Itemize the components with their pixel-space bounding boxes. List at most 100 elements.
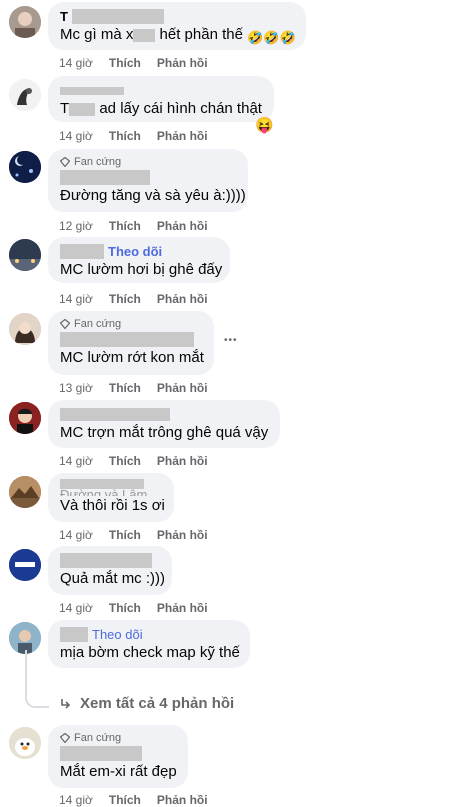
like-button[interactable]: Thích [109, 129, 141, 143]
comment-actions: 14 giờ Thích Phản hồi [59, 129, 224, 143]
name-redacted [60, 170, 150, 185]
comment-text: Quả mắt mc :))) [60, 570, 166, 587]
reply-button[interactable]: Phản hồi [157, 381, 208, 395]
comment-text: Đường tăng và sà yêu à:)))) [60, 187, 246, 204]
follow-link[interactable]: Theo dõi [108, 244, 162, 259]
timestamp[interactable]: 14 giờ [59, 793, 93, 807]
laughing-face-emoji-icon: 😝 [255, 117, 274, 134]
comment-actions: 14 giờ Thích Phản hồi [59, 292, 224, 306]
like-button[interactable]: Thích [109, 793, 141, 807]
diamond-icon [60, 733, 70, 743]
reply-arrow-icon [61, 698, 71, 709]
avatar[interactable] [9, 6, 41, 38]
comment-actions: 12 giờ Thích Phản hồi [59, 219, 224, 233]
name-redacted [60, 244, 104, 259]
like-button[interactable]: Thích [109, 292, 141, 306]
comment-bubble: Fan cứng Đường tăng và sà yêu à:)))) [48, 149, 248, 212]
reply-button[interactable]: Phản hồi [157, 601, 208, 615]
comment-bubble: T Mc gì mà x hết phần thế 🤣🤣🤣 [48, 2, 306, 50]
avatar[interactable] [9, 549, 41, 581]
commenter-name[interactable]: Đường và Lâm [60, 479, 162, 496]
name-redacted [60, 553, 152, 568]
reply-button[interactable]: Phản hồi [157, 454, 208, 468]
reply-button[interactable]: Phản hồi [157, 219, 208, 233]
like-button[interactable]: Thích [109, 528, 141, 542]
commenter-name[interactable]: Theo dõi [60, 243, 218, 260]
comment-bubble: Theo dõi MC lườm hơi bị ghê đấy [48, 237, 230, 283]
like-button[interactable]: Thích [109, 381, 141, 395]
reply-button[interactable]: Phản hồi [157, 56, 208, 70]
comment-bubble: Theo dõi mịa bờm check map kỹ thế [48, 620, 250, 668]
avatar[interactable] [9, 402, 41, 434]
name-redacted [60, 332, 194, 347]
name-redacted [60, 627, 88, 642]
reply-button[interactable]: Phản hồi [157, 528, 208, 542]
like-button[interactable]: Thích [109, 454, 141, 468]
comment-actions: 14 giờ Thích Phản hồi [59, 793, 224, 807]
name-redacted [60, 479, 144, 489]
avatar[interactable] [9, 727, 41, 759]
fan-badge[interactable]: Fan cứng [60, 155, 236, 169]
comment-bubble: Fan cứng Mắt em-xi rất đẹp [48, 725, 188, 788]
comment-text: mịa bờm check map kỹ thế [60, 644, 240, 661]
comment-text: MC lườm rớt kon mắt [60, 349, 204, 366]
like-button[interactable]: Thích [109, 601, 141, 615]
diamond-icon [60, 157, 70, 167]
timestamp[interactable]: 14 giờ [59, 56, 93, 70]
comment-bubble: Quả mắt mc :))) [48, 546, 172, 595]
name-redacted [60, 408, 170, 421]
comment-actions: 14 giờ Thích Phản hồi [59, 56, 224, 70]
commenter-name[interactable] [60, 406, 268, 423]
reply-button[interactable]: Phản hồi [157, 292, 208, 306]
thread-connector [25, 650, 49, 708]
reply-button[interactable]: Phản hồi [157, 129, 208, 143]
timestamp[interactable]: 14 giờ [59, 129, 93, 143]
commenter-name[interactable] [60, 745, 176, 762]
comment-actions: 14 giờ Thích Phản hồi [59, 601, 224, 615]
commenter-name[interactable] [60, 82, 262, 99]
avatar[interactable] [9, 151, 41, 183]
name-redacted [60, 746, 142, 761]
avatar[interactable] [9, 79, 41, 111]
commenter-name[interactable]: Theo dõi [60, 626, 238, 643]
follow-link[interactable]: Theo dõi [92, 627, 143, 642]
comment-bubble: T ad lấy cái hình chán thật [48, 76, 274, 122]
comment-text: Mắt em-xi rất đẹp [60, 763, 177, 780]
comment-text: T ad lấy cái hình chán thật [60, 100, 262, 117]
timestamp[interactable]: 12 giờ [59, 219, 93, 233]
timestamp[interactable]: 14 giờ [59, 601, 93, 615]
like-button[interactable]: Thích [109, 56, 141, 70]
comment-actions: 13 giờ Thích Phản hồi [59, 381, 224, 395]
comment-text: Mc gì mà x hết phần thế 🤣🤣🤣 [60, 26, 296, 45]
comment-text: MC trợn mắt trông ghê quá vậy [60, 424, 269, 441]
comment-bubble: Đường và Lâm Và thôi rồi 1s ơi [48, 473, 174, 522]
more-options-icon[interactable]: ••• [224, 335, 238, 346]
diamond-icon [60, 319, 70, 329]
commenter-name[interactable]: T [60, 8, 294, 25]
timestamp[interactable]: 13 giờ [59, 381, 93, 395]
name-initial: T [60, 9, 68, 24]
avatar[interactable] [9, 313, 41, 345]
comment-bubble: Fan cứng MC lườm rớt kon mắt [48, 311, 214, 375]
commenter-name[interactable] [60, 169, 236, 186]
avatar[interactable] [9, 239, 41, 271]
fan-badge[interactable]: Fan cứng [60, 317, 202, 331]
avatar[interactable] [9, 476, 41, 508]
comment-actions: 14 giờ Thích Phản hồi [59, 454, 224, 468]
name-redacted [60, 86, 124, 95]
like-button[interactable]: Thích [109, 219, 141, 233]
comment-text: MC lườm hơi bị ghê đấy [60, 261, 223, 278]
name-redacted [71, 9, 164, 24]
timestamp[interactable]: 14 giờ [59, 528, 93, 542]
comment-text: Và thôi rồi 1s ơi [60, 497, 165, 514]
commenter-name[interactable] [60, 331, 202, 348]
timestamp[interactable]: 14 giờ [59, 292, 93, 306]
reply-button[interactable]: Phản hồi [157, 793, 208, 807]
commenter-name[interactable] [60, 552, 160, 569]
comment-actions: 14 giờ Thích Phản hồi [59, 528, 224, 542]
view-all-replies-button[interactable]: Xem tất cả 4 phản hồi [60, 695, 234, 712]
rofl-emoji-icon: 🤣🤣🤣 [247, 30, 296, 45]
fan-badge[interactable]: Fan cứng [60, 731, 176, 745]
timestamp[interactable]: 14 giờ [59, 454, 93, 468]
comment-bubble: MC trợn mắt trông ghê quá vậy [48, 400, 280, 448]
